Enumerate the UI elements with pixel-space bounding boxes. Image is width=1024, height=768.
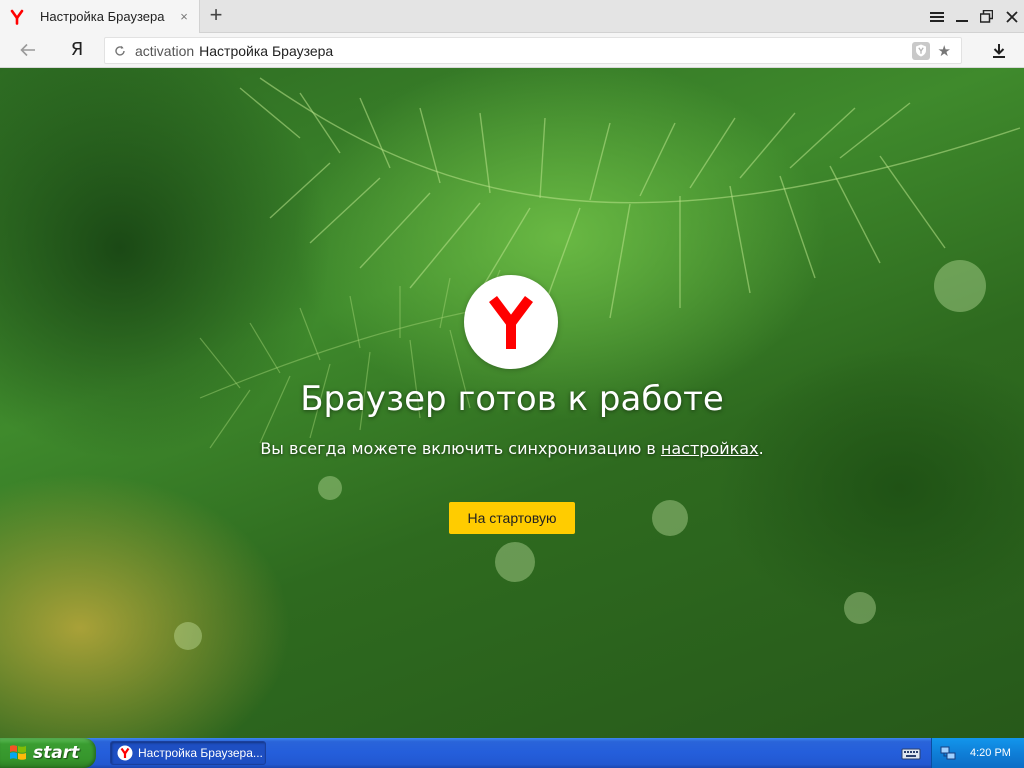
arrow-left-icon[interactable]: [16, 40, 40, 60]
url-page-title: Настройка Браузера: [199, 42, 334, 59]
minimize-icon[interactable]: [949, 0, 974, 33]
taskbar-item-label: Настройка Браузера...: [138, 746, 263, 760]
system-tray: 4:20 PM: [931, 738, 1024, 768]
clock: 4:20 PM: [970, 747, 1011, 759]
page-title: Браузер готов к работе: [300, 379, 724, 419]
settings-link[interactable]: настройках: [661, 439, 759, 458]
yandex-browser-icon: [117, 745, 133, 761]
protect-shield-icon[interactable]: [911, 41, 930, 60]
window-controls: [924, 0, 1024, 33]
yandex-home-button[interactable]: Я: [66, 38, 88, 62]
tab-settings[interactable]: Настройка Браузера ×: [0, 0, 200, 33]
sync-hint: Вы всегда можете включить синхронизацию …: [0, 439, 1024, 458]
windows-flag-icon: [10, 745, 26, 760]
address-bar[interactable]: activation Настройка Браузера ★: [104, 37, 962, 64]
sync-hint-period: .: [758, 439, 764, 458]
download-icon[interactable]: [989, 41, 1009, 61]
go-to-start-page-button[interactable]: На стартовую: [449, 502, 575, 534]
url-scheme: activation: [135, 42, 195, 59]
start-button[interactable]: start: [0, 738, 96, 768]
keyboard-icon[interactable]: [901, 745, 921, 761]
browser-toolbar: Я activation Настройка Браузера ★: [0, 33, 1024, 68]
activation-content: Браузер готов к работе Вы всегда можете …: [0, 68, 1024, 738]
tab-close-icon[interactable]: ×: [177, 9, 191, 24]
yandex-browser-icon: [9, 9, 25, 25]
tab-title: Настройка Браузера: [40, 9, 165, 24]
star-icon[interactable]: ★: [938, 42, 951, 60]
sync-hint-text: Вы всегда можете включить синхронизацию …: [260, 439, 661, 458]
restore-icon[interactable]: [974, 0, 999, 33]
taskbar-item-browser[interactable]: Настройка Браузера...: [110, 741, 266, 765]
activation-page: Браузер готов к работе Вы всегда можете …: [0, 68, 1024, 738]
start-label: start: [33, 743, 80, 763]
hamburger-icon[interactable]: [924, 0, 949, 33]
new-tab-button[interactable]: +: [204, 4, 228, 28]
browser-titlebar: Настройка Браузера × +: [0, 0, 1024, 33]
taskbar: start Настройка Браузера... 4:20 PM: [0, 738, 1024, 768]
yandex-logo-icon: [464, 275, 558, 369]
close-icon[interactable]: [999, 0, 1024, 33]
reload-icon[interactable]: [113, 44, 127, 58]
network-icon[interactable]: [940, 745, 956, 761]
